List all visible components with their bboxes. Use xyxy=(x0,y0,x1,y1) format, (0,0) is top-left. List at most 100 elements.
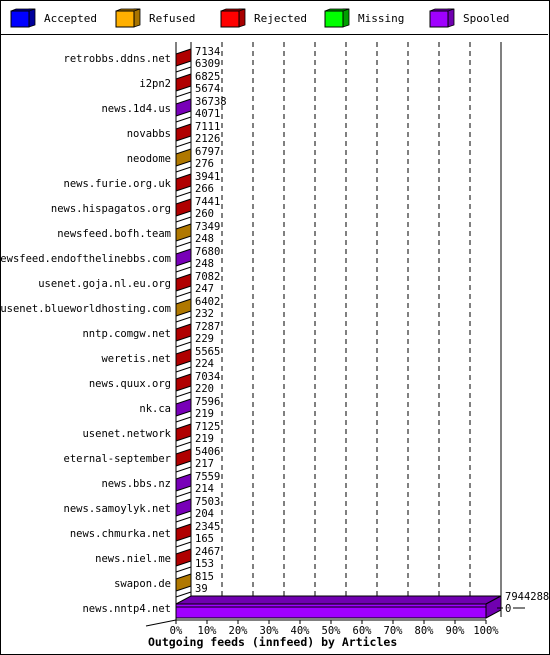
accepted-label: 5674 xyxy=(195,83,220,95)
row-separator xyxy=(175,441,192,448)
bar-rejected xyxy=(175,423,192,442)
row-separator xyxy=(175,316,192,323)
category-label: neodome xyxy=(127,153,171,165)
bar-rejected xyxy=(175,548,192,567)
accepted-label: 219 xyxy=(195,433,214,445)
total-label: 36738 xyxy=(195,96,227,108)
total-label: 6402 xyxy=(195,296,220,308)
accepted-label: 204 xyxy=(195,508,214,520)
x-tick-label: 90% xyxy=(446,625,466,637)
chart-title: Outgoing feeds (innfeed) by Articles xyxy=(148,635,397,649)
total-label: 7034 xyxy=(195,371,220,383)
bar-spooled xyxy=(175,248,192,267)
row-separator xyxy=(175,366,192,373)
row-separator xyxy=(175,291,192,298)
category-label: news.furie.org.uk xyxy=(64,178,172,190)
accepted-label: 220 xyxy=(195,383,214,395)
category-label: usenet.goja.nl.eu.org xyxy=(38,278,171,290)
x-tick-label: 80% xyxy=(415,625,435,637)
row-separator xyxy=(175,541,192,548)
total-label: 5565 xyxy=(195,346,220,358)
total-label: 7134 xyxy=(195,46,220,58)
accepted-label: 217 xyxy=(195,458,214,470)
bar-spooled xyxy=(175,603,487,619)
bar-refused xyxy=(175,148,192,167)
bar-rejected xyxy=(175,448,192,467)
category-label: nntp.comgw.net xyxy=(82,328,171,340)
category-label: usenet.network xyxy=(82,428,171,440)
row-separator xyxy=(175,566,192,573)
accepted-label: 224 xyxy=(195,358,214,370)
accepted-label: 247 xyxy=(195,283,214,295)
total-label: 7111 xyxy=(195,121,220,133)
bar-top-face xyxy=(175,595,502,605)
total-label: 5406 xyxy=(195,446,220,458)
row-separator xyxy=(175,116,192,123)
row-separator xyxy=(175,66,192,73)
accepted-label: 248 xyxy=(195,233,214,245)
accepted-label: 4071 xyxy=(195,108,220,120)
row-separator xyxy=(175,491,192,498)
bar-rejected xyxy=(175,523,192,542)
bar-rejected xyxy=(175,273,192,292)
accepted-label: 214 xyxy=(195,483,214,495)
total-label: 7944288 xyxy=(505,591,549,603)
category-label: i2pn2 xyxy=(139,78,171,90)
category-label: swapon.de xyxy=(114,578,171,590)
row-separator xyxy=(175,141,192,148)
category-label: eternal-september xyxy=(64,453,171,465)
category-label: news.niel.me xyxy=(95,553,171,565)
total-label: 7680 xyxy=(195,246,220,258)
total-label: 2467 xyxy=(195,546,220,558)
bar-rejected xyxy=(175,48,192,67)
accepted-label: 153 xyxy=(195,558,214,570)
total-label: 7125 xyxy=(195,421,220,433)
row-separator xyxy=(175,416,192,423)
accepted-label: 0 xyxy=(505,603,511,615)
category-label: nk.ca xyxy=(139,403,171,415)
accepted-label: 232 xyxy=(195,308,214,320)
accepted-label: 248 xyxy=(195,258,214,270)
row-separator xyxy=(175,591,192,598)
total-label: 815 xyxy=(195,571,214,583)
row-separator xyxy=(175,391,192,398)
bar-chart: retrobbs.ddns.net 71346309 i2pn2 68255674 ne… xyxy=(0,42,549,649)
row-separator xyxy=(175,266,192,273)
total-label: 6797 xyxy=(195,146,220,158)
total-label: 7441 xyxy=(195,196,220,208)
row-separator xyxy=(175,341,192,348)
accepted-label: 6309 xyxy=(195,58,220,70)
bar-spooled xyxy=(175,498,192,517)
bar-refused xyxy=(175,298,192,317)
accepted-label: 260 xyxy=(195,208,214,220)
row-separator xyxy=(175,216,192,223)
bar-rejected xyxy=(175,73,192,92)
row-separator xyxy=(175,516,192,523)
total-label: 7287 xyxy=(195,321,220,333)
category-label: news.nntp4.net xyxy=(82,603,171,615)
total-label: 7503 xyxy=(195,496,220,508)
bar-rejected xyxy=(175,173,192,192)
category-label: news.1d4.us xyxy=(101,103,171,115)
total-label: 7596 xyxy=(195,396,220,408)
bar-spooled xyxy=(175,398,192,417)
bar-rejected xyxy=(175,323,192,342)
row-separator xyxy=(175,466,192,473)
row-separator xyxy=(175,91,192,98)
row-separator xyxy=(175,241,192,248)
accepted-label: 276 xyxy=(195,158,214,170)
total-label: 3941 xyxy=(195,171,220,183)
accepted-label: 165 xyxy=(195,533,214,545)
row-separator xyxy=(175,166,192,173)
category-label: newsfeed.bofh.team xyxy=(57,228,171,240)
bar-spooled xyxy=(175,473,192,492)
row-separator xyxy=(175,191,192,198)
bar-spooled xyxy=(175,98,192,117)
bar-rejected xyxy=(175,123,192,142)
total-label: 6825 xyxy=(195,71,220,83)
bar-refused xyxy=(175,223,192,242)
bar-rejected xyxy=(175,373,192,392)
category-label: novabbs xyxy=(127,128,171,140)
category-label: news.bbs.nz xyxy=(101,478,171,490)
accepted-label: 229 xyxy=(195,333,214,345)
